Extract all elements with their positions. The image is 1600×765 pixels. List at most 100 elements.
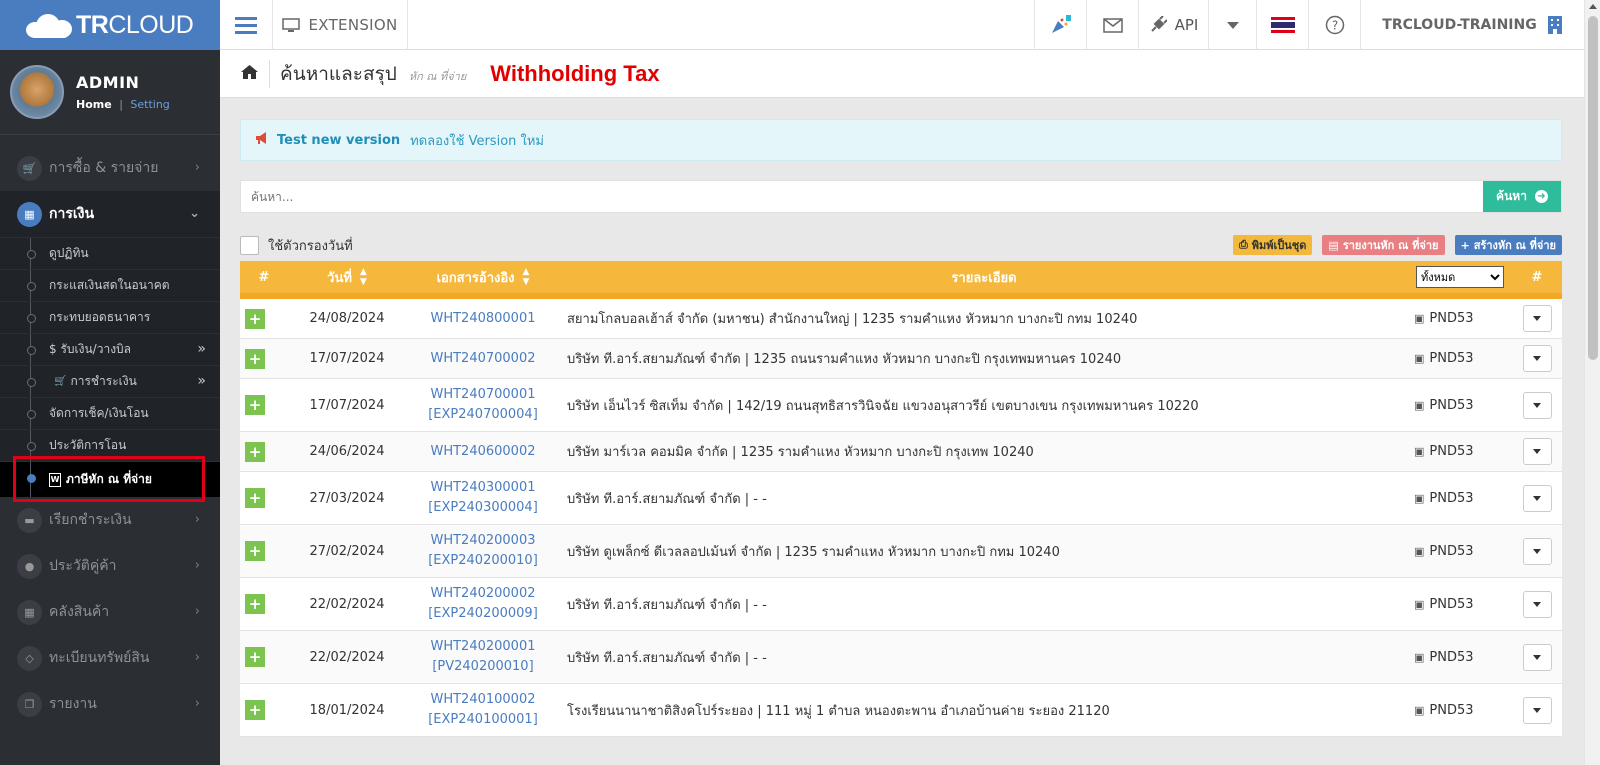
row-ref-link[interactable]: WHT240700001 xyxy=(430,385,535,405)
row-ref-link[interactable]: WHT240700002 xyxy=(430,349,535,369)
page-subtitle: หัก ณ ที่จ่าย xyxy=(408,70,467,83)
row-ref-source-link[interactable]: [EXP240200009] xyxy=(428,604,538,624)
row-ref: WHT240700001 [EXP240700004] xyxy=(406,379,560,431)
row-expand-cell: + xyxy=(240,578,288,630)
row-ref-link[interactable]: WHT240200001 xyxy=(430,637,535,657)
wht-report-button[interactable]: ▤ รายงานหัก ณ ที่จ่าย xyxy=(1322,235,1445,255)
diamond-icon: ◇ xyxy=(17,645,42,671)
table-row: +24/06/2024 WHT240600002 บริษัท มาร์เวล คอ… xyxy=(240,432,1562,472)
api-label: API xyxy=(1174,16,1199,34)
sidebar-sub-receive[interactable]: $ รับเงิน/วางบิล » xyxy=(0,333,220,365)
expand-plus-button[interactable]: + xyxy=(245,348,265,369)
sub-label: จัดการเช็ค/เงินโอน xyxy=(49,406,149,420)
row-action-dropdown[interactable] xyxy=(1522,438,1552,465)
row-action-dropdown[interactable] xyxy=(1522,391,1552,419)
sidebar-item-reports[interactable]: ❐ รายงาน › xyxy=(0,681,220,727)
table-row: +27/03/2024 WHT240300001 [EXP240300004] บริ… xyxy=(240,472,1562,525)
expand-plus-button[interactable]: + xyxy=(245,594,265,614)
sidebar-sub-cheque[interactable]: จัดการเช็ค/เงินโอน xyxy=(0,397,220,429)
col-ref[interactable]: เอกสารอ้างอิง ▲ ▼ xyxy=(406,261,560,293)
notification-button[interactable] xyxy=(1034,0,1086,50)
sidebar-sub-cashflow[interactable]: กระแสเงินสดในอนาคต xyxy=(0,269,220,301)
row-type-label: PND53 xyxy=(1429,543,1474,559)
expand-plus-button[interactable]: + xyxy=(245,647,265,667)
row-action-dropdown[interactable] xyxy=(1522,484,1552,512)
sidebar-item-contacts[interactable]: ● ประวัติคู่ค้า › xyxy=(0,543,220,589)
expand-plus-button[interactable]: + xyxy=(245,488,265,508)
help-button[interactable]: ? xyxy=(1308,0,1360,50)
mail-button[interactable] xyxy=(1086,0,1138,50)
row-ref-source-link[interactable]: [EXP240100001] xyxy=(428,710,538,730)
sub-label: ประวัติการโอน xyxy=(49,438,127,452)
batch-print-button[interactable]: ⎙ พิมพ์เป็นชุด xyxy=(1232,235,1313,255)
sidebar-item-purchase[interactable]: 🛒 การซื้อ & รายจ่าย › xyxy=(0,145,220,191)
brand-logo[interactable]: TRCLOUD xyxy=(0,0,220,50)
sidebar-sub-calendar[interactable]: ดูปฏิทิน xyxy=(0,237,220,269)
company-button[interactable]: TRCLOUD-TRAINING xyxy=(1360,0,1584,50)
sidebar-item-label: รายงาน xyxy=(49,696,97,712)
row-action xyxy=(1512,432,1562,471)
avatar[interactable] xyxy=(10,65,64,119)
new-version-alert[interactable]: Test new version ทดลองใช้ Version ใหม่ xyxy=(240,119,1562,161)
home-link[interactable]: Home xyxy=(76,98,112,111)
row-ref: WHT240200003 [EXP240200010] xyxy=(406,525,560,577)
sidebar-item-inventory[interactable]: ▦ คลังสินค้า › xyxy=(0,589,220,635)
expand-plus-button[interactable]: + xyxy=(245,541,265,561)
row-type: ▣ PND53 xyxy=(1408,339,1512,378)
sidebar-sub-payment[interactable]: 🛒 การชำระเงิน » xyxy=(0,365,220,397)
search-button[interactable]: ค้นหา ➜ xyxy=(1483,181,1561,212)
row-ref-source-link[interactable]: [EXP240300004] xyxy=(428,498,538,518)
api-button[interactable]: API xyxy=(1138,0,1208,50)
row-type: ▣ PND53 xyxy=(1408,525,1512,577)
row-ref-source-link[interactable]: [PV240200010] xyxy=(432,657,533,677)
question-circle-icon: ? xyxy=(1325,15,1344,35)
row-ref-link[interactable]: WHT240600002 xyxy=(430,442,535,462)
expand-plus-button[interactable]: + xyxy=(245,441,265,462)
expand-plus-button[interactable]: + xyxy=(245,700,265,720)
row-ref-link[interactable]: WHT240200003 xyxy=(430,531,535,551)
row-type: ▣ PND53 xyxy=(1408,684,1512,736)
expand-plus-button[interactable]: + xyxy=(245,395,265,415)
date-filter-checkbox[interactable] xyxy=(240,235,259,255)
row-ref-source-link[interactable]: [EXP240700004] xyxy=(428,405,538,425)
row-action-dropdown[interactable] xyxy=(1522,590,1552,618)
row-action-dropdown[interactable] xyxy=(1522,643,1552,671)
search-input[interactable] xyxy=(241,181,1483,212)
menu-toggle-button[interactable] xyxy=(220,0,272,50)
expand-plus-button[interactable]: + xyxy=(245,308,265,329)
row-ref-link[interactable]: WHT240300001 xyxy=(430,478,535,498)
row-action-dropdown[interactable] xyxy=(1522,345,1552,372)
row-action-dropdown[interactable] xyxy=(1522,696,1552,724)
row-action xyxy=(1512,472,1562,524)
row-date: 17/07/2024 xyxy=(309,397,385,413)
sidebar-item-billing[interactable]: ▬ เรียกชำระเงิน › xyxy=(0,497,220,543)
home-icon[interactable] xyxy=(240,64,259,85)
row-ref-link[interactable]: WHT240200002 xyxy=(430,584,535,604)
table-row: +24/08/2024 WHT240800001 สยามโกลบอลเฮ้าส์ … xyxy=(240,299,1562,339)
row-ref-link[interactable]: WHT240100002 xyxy=(430,690,535,710)
sidebar-sub-reconcile[interactable]: กระทบยอดธนาคาร xyxy=(0,301,220,333)
scroll-up-icon[interactable] xyxy=(1589,4,1597,9)
row-type: ▣ PND53 xyxy=(1408,299,1512,338)
setting-link[interactable]: Setting xyxy=(130,98,169,111)
row-action-dropdown[interactable] xyxy=(1522,537,1552,565)
extension-button[interactable]: EXTENSION xyxy=(272,0,408,50)
receipt-icon: ▣ xyxy=(1414,703,1425,717)
type-filter-select[interactable]: ทั้งหมด xyxy=(1416,266,1504,288)
row-date: 22/02/2024 xyxy=(309,596,385,612)
row-ref: WHT240200001 [PV240200010] xyxy=(406,631,560,683)
boxes-icon: ▦ xyxy=(17,599,42,625)
col-date-label: วันที่ xyxy=(327,270,352,286)
row-action-dropdown[interactable] xyxy=(1522,305,1552,332)
row-ref-link[interactable]: WHT240800001 xyxy=(430,309,535,329)
col-date[interactable]: วันที่ ▲ ▼ xyxy=(288,261,406,293)
scrollbar-thumb[interactable] xyxy=(1588,16,1598,360)
create-wht-button[interactable]: + สร้างหัก ณ ที่จ่าย xyxy=(1454,235,1562,255)
page-scrollbar[interactable] xyxy=(1584,0,1600,765)
sidebar-item-assets[interactable]: ◇ ทะเบียนทรัพย์สิน › xyxy=(0,635,220,681)
row-expand-cell: + xyxy=(240,339,288,378)
sidebar-item-finance[interactable]: ▦ การเงิน ⌄ xyxy=(0,191,220,237)
language-button[interactable] xyxy=(1256,0,1308,50)
row-ref-source-link[interactable]: [EXP240200010] xyxy=(428,551,538,571)
more-dropdown-button[interactable] xyxy=(1208,0,1256,50)
